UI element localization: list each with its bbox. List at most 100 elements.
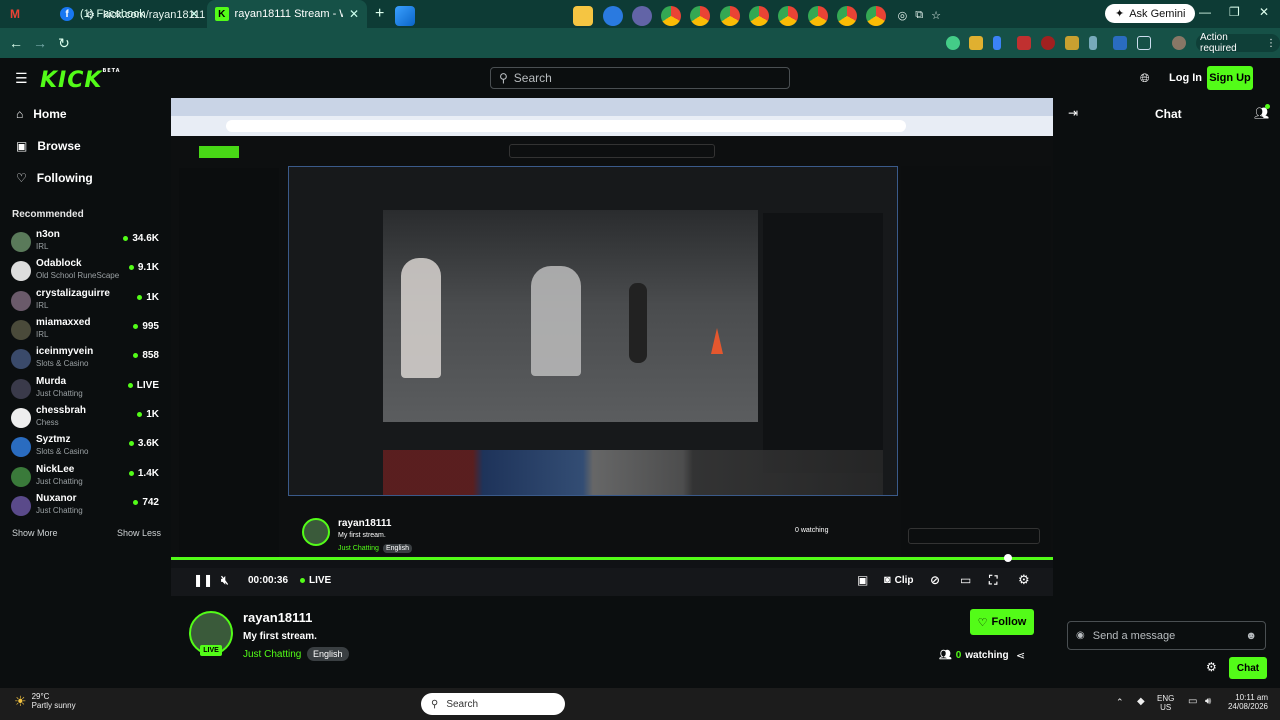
file-explorer-icon[interactable] (573, 6, 593, 26)
extension-icon[interactable] (1089, 36, 1097, 50)
chrome-icon[interactable] (808, 6, 828, 26)
channel-category: Just Chatting (36, 506, 83, 515)
users-icon: 👥︎ (939, 650, 952, 661)
system-clock[interactable]: 10:11 am 24/08/2026 (1226, 693, 1268, 711)
stream-category-link[interactable]: Just Chatting (243, 649, 301, 660)
recommended-channel[interactable]: Nuxanor Just Chatting 742 (11, 493, 161, 521)
channel-category: Just Chatting (36, 477, 83, 486)
chrome-icon[interactable] (749, 6, 769, 26)
sidebar-item-browse[interactable]: ▣ Browse (16, 139, 81, 153)
recommended-channel[interactable]: iceinmyvein Slots & Casino 858 (11, 346, 161, 374)
recommended-heading: Recommended (12, 209, 84, 220)
follow-button[interactable]: ♡ Follow (970, 609, 1034, 635)
chrome-icon[interactable] (837, 6, 857, 26)
extension-icon[interactable] (969, 36, 983, 50)
chrome-icon[interactable] (690, 6, 710, 26)
teams-icon[interactable] (632, 6, 652, 26)
settings-gear-icon[interactable]: ⚙ (1018, 568, 1030, 592)
clip-button[interactable]: ◙ Clip (884, 568, 914, 592)
viewer-count: 1K (137, 292, 159, 303)
maximize-icon[interactable]: ❐ (1229, 5, 1240, 19)
progress-handle[interactable] (1004, 554, 1012, 562)
edge-icon[interactable] (603, 6, 623, 26)
video-player[interactable]: rayan18111 My first stream. Just Chattin… (171, 98, 1053, 596)
screenshot-icon[interactable]: ⧉ (915, 9, 923, 22)
show-more-button[interactable]: Show More (12, 528, 58, 538)
extension-icon[interactable] (993, 36, 1001, 50)
chat-send-button[interactable]: Chat (1229, 657, 1267, 679)
channel-category: Old School RuneScape (36, 271, 120, 280)
action-required-button[interactable]: Action required ⋮ (1196, 32, 1280, 54)
chat-placeholder: Send a message (1092, 629, 1176, 642)
extension-icon[interactable] (1041, 36, 1055, 50)
recommended-channel[interactable]: Murda Just Chatting LIVE (11, 376, 161, 404)
input-language[interactable]: ENG US (1157, 694, 1174, 712)
theater-mode-icon[interactable]: ▭ (960, 568, 971, 592)
signup-button[interactable]: Sign Up (1207, 66, 1253, 90)
extension-icon[interactable] (946, 36, 960, 50)
login-button[interactable]: Log In (1169, 72, 1202, 84)
language-globe-icon[interactable]: 🌐︎ (1140, 71, 1150, 86)
emoji-icon[interactable]: ☻ (1245, 630, 1257, 642)
recommended-channel[interactable]: NickLee Just Chatting 1.4K (11, 464, 161, 492)
back-icon[interactable]: ← (4, 35, 28, 51)
kick-logo[interactable]: KICKBETA (40, 68, 121, 93)
facebook-icon: f (60, 7, 74, 21)
captions-off-icon[interactable]: ⊘ (930, 568, 940, 592)
recommended-channel[interactable]: miamaxxed IRL 995 (11, 317, 161, 345)
window-close-icon[interactable]: ✕ (1259, 5, 1269, 19)
share-icon[interactable]: ⋖ (1016, 649, 1025, 662)
action-required-label: Action required (1200, 32, 1237, 54)
tray-app-icon[interactable]: ◆ (1137, 696, 1145, 707)
extensions-puzzle-icon[interactable] (1137, 36, 1151, 50)
language-tag[interactable]: English (307, 647, 349, 661)
fullscreen-icon[interactable]: ⛶ (989, 568, 997, 592)
tab-gmail[interactable]: M (0, 0, 52, 28)
pause-icon[interactable]: ❚❚ (193, 568, 213, 592)
channel-name[interactable]: rayan18111 (243, 610, 312, 625)
weather-widget[interactable]: ☀ 29°C Partly sunny (14, 692, 76, 710)
playback-progress-bar[interactable] (171, 557, 1053, 560)
recommended-channel[interactable]: chessbrah Chess 1K (11, 405, 161, 433)
pip-icon[interactable]: ▣ (857, 568, 868, 592)
search-placeholder: Search (513, 71, 552, 85)
forward-icon[interactable]: → (28, 35, 52, 51)
collapse-chat-icon[interactable]: ⇥ (1068, 106, 1078, 120)
ask-gemini-button[interactable]: ✦ Ask Gemini (1105, 4, 1196, 23)
volume-muted-icon[interactable]: 🔇︎ (221, 568, 229, 592)
chat-settings-icon[interactable]: ⚙ (1206, 660, 1217, 674)
hamburger-menu-icon[interactable]: ☰ (15, 70, 28, 87)
watching-count: 0 (955, 650, 962, 661)
sidebar-item-home[interactable]: ⌂ Home (16, 107, 67, 121)
bookmark-star-icon[interactable]: ☆ (931, 9, 941, 22)
reload-icon[interactable]: ↻ (52, 35, 76, 52)
minimize-icon[interactable]: — (1199, 5, 1211, 19)
recommended-channel[interactable]: Syztmz Slots & Casino 3.6K (11, 434, 161, 462)
chrome-icon[interactable] (661, 6, 681, 26)
show-less-button[interactable]: Show Less (117, 528, 161, 538)
chrome-icon[interactable] (778, 6, 798, 26)
recommended-channel[interactable]: crystalizaguirre IRL 1K (11, 288, 161, 316)
hide-icon[interactable]: ◎ (898, 9, 908, 22)
taskbar-search[interactable]: ⚲ Search (421, 693, 565, 715)
extension-icon[interactable] (1113, 36, 1127, 50)
extension-icon[interactable] (1017, 36, 1031, 50)
search-input[interactable]: ⚲ Search (490, 67, 790, 89)
captured-url-field (226, 120, 906, 132)
viewer-count: 742 (133, 497, 159, 508)
gmail-icon: M (10, 7, 20, 21)
sidebar-item-following[interactable]: ♡ Following (16, 171, 93, 185)
chrome-icon[interactable] (866, 6, 886, 26)
tray-chevron-icon[interactable]: ⌃ (1116, 697, 1124, 708)
recommended-channel[interactable]: Odablock Old School RuneScape 9.1K (11, 258, 161, 286)
volume-icon[interactable]: 🔊︎ (1205, 696, 1211, 707)
network-icon[interactable]: ▭ (1188, 696, 1197, 707)
extension-icon[interactable] (1065, 36, 1079, 50)
chrome-icon[interactable] (720, 6, 740, 26)
profile-avatar[interactable] (1172, 36, 1186, 50)
chat-message-input[interactable]: ◉ Send a message ☻ (1067, 621, 1266, 650)
viewer-count: 858 (133, 350, 159, 361)
recommended-channel[interactable]: n3on IRL 34.6K (11, 229, 161, 257)
windows-start-icon[interactable] (395, 6, 415, 26)
menu-dots-icon[interactable]: ⋮ (1266, 38, 1276, 49)
